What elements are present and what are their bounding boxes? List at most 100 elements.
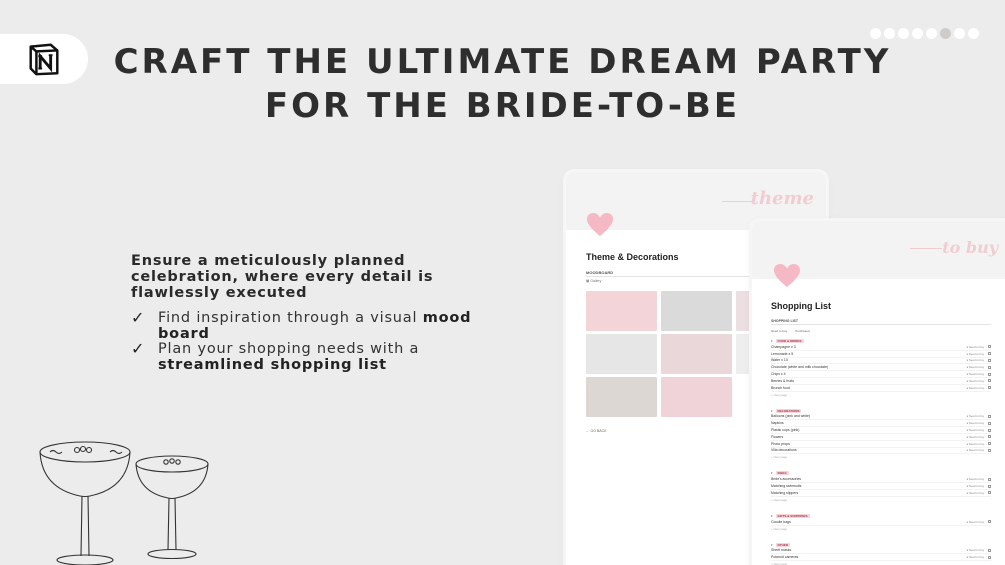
item-status: ● Need to buy (966, 345, 991, 349)
checkbox[interactable] (988, 520, 991, 524)
list-item[interactable]: Napkins ● Need to buy (771, 420, 991, 428)
checkmark-icon: ✓ (131, 339, 146, 358)
go-back-link[interactable]: ← GO BACK (586, 429, 606, 433)
status-badge: ● Need to buy (966, 378, 984, 383)
mood-board-image[interactable] (661, 377, 732, 417)
status-badge: ● Need to buy (966, 448, 984, 453)
status-badge: ● Need to buy (966, 555, 984, 560)
list-item[interactable]: Flowers ● Need to buy (771, 434, 991, 441)
new-page-button[interactable]: + New page (771, 561, 991, 565)
item-name: Villa decorations (771, 448, 797, 453)
item-name: Napkins (771, 421, 784, 426)
list-item[interactable]: Berries & fruits ● Need to buy (771, 378, 991, 385)
status-badge: ● Need to buy (966, 385, 984, 390)
checkbox[interactable] (988, 386, 991, 390)
list-item[interactable]: Photo props ● Need to buy (771, 441, 991, 448)
section-tag: SWAG (775, 471, 789, 476)
list-item[interactable]: Balloons (pink and white) ● Need to buy (771, 414, 991, 421)
mood-board-image[interactable] (586, 377, 657, 417)
list-item[interactable]: Champagne x 3 ● Need to buy (771, 344, 991, 351)
chevron-down-icon[interactable]: ▾ (771, 471, 773, 475)
section-tag: DECORATIONS (775, 408, 802, 413)
list-item[interactable]: Plastic cups (pink) ● Need to buy (771, 427, 991, 434)
checkbox[interactable] (988, 365, 991, 369)
new-page-button[interactable]: + New page (771, 497, 991, 503)
checkbox[interactable] (988, 372, 991, 376)
mood-board-image[interactable] (661, 291, 732, 331)
new-page-button[interactable]: + New page (771, 454, 991, 460)
item-name: Brunch food (771, 385, 790, 390)
mood-board-image[interactable] (586, 334, 657, 374)
item-name: Lemonade x 5 (771, 351, 794, 356)
checkbox[interactable] (988, 358, 991, 362)
list-item[interactable]: Villa decorations ● Need to buy (771, 448, 991, 455)
carousel-dot[interactable] (954, 28, 965, 39)
item-name: Matching slippers (771, 490, 799, 495)
checkbox[interactable] (988, 352, 991, 356)
carousel-dot[interactable] (912, 28, 923, 39)
list-item[interactable]: Water x 10 ● Need to buy (771, 358, 991, 365)
status-badge: ● Need to buy (966, 484, 984, 489)
checkbox[interactable] (988, 421, 991, 425)
status-badge: ● Need to buy (966, 548, 984, 553)
checkbox[interactable] (988, 435, 991, 439)
section-label: SHOPPING LIST (771, 319, 799, 323)
list-item[interactable]: Sheet masks ● Need to buy (771, 548, 991, 555)
chevron-down-icon[interactable]: ▾ (771, 514, 773, 518)
status-badge: ● Need to buy (966, 358, 984, 363)
checkbox[interactable] (988, 345, 991, 349)
tab-need-to-buy[interactable]: Need to buy (771, 329, 787, 333)
chevron-down-icon[interactable]: ▾ (771, 339, 773, 343)
heart-icon (774, 264, 800, 287)
checkbox[interactable] (988, 442, 991, 446)
list-item[interactable]: Polaroid cameras ● Need to buy (771, 554, 991, 562)
item-status: ● Need to buy (966, 386, 991, 390)
mood-board-image[interactable] (661, 334, 732, 374)
list-item[interactable]: Goodie bags ● Need to buy (771, 519, 991, 526)
list-item[interactable]: Matching slippers ● Need to buy (771, 490, 991, 497)
new-page-button[interactable]: + New page (771, 526, 991, 532)
list-item[interactable]: Brunch food ● Need to buy (771, 385, 991, 392)
item-name: Sheet masks (771, 548, 792, 553)
item-status: ● Need to buy (966, 448, 991, 452)
item-name: Bride's accessories (771, 477, 802, 482)
shopping-list-card[interactable]: to buy Shopping List SHOPPING LIST Need … (752, 221, 1005, 565)
shopping-section: ▾ GIFTS & SURPRISES Goodie bags ● Need to b… (771, 513, 991, 532)
heart-icon (587, 213, 613, 236)
tab-purchased[interactable]: Purchased (795, 329, 809, 333)
carousel-dot[interactable] (926, 28, 937, 39)
checkbox[interactable] (988, 477, 991, 481)
carousel-dot[interactable] (940, 28, 951, 39)
section-tag: OTHER (775, 542, 791, 547)
checkbox[interactable] (988, 491, 991, 495)
checkbox[interactable] (988, 448, 991, 452)
item-status: ● Need to buy (966, 379, 991, 383)
item-name: Flowers (771, 434, 784, 439)
list-item[interactable]: Matching swimsuits ● Need to buy (771, 483, 991, 490)
mood-board-image[interactable] (586, 291, 657, 331)
checkbox[interactable] (988, 484, 991, 488)
item-status: ● Need to buy (966, 414, 991, 418)
carousel-dot[interactable] (898, 28, 909, 39)
list-item[interactable]: Lemonade x 5 ● Need to buy (771, 351, 991, 358)
view-tab-gallery[interactable]: ▦ Gallery (586, 279, 601, 283)
chevron-down-icon[interactable]: ▾ (771, 409, 773, 413)
filter-tabs: Need to buy Purchased (771, 329, 810, 333)
item-status: ● Need to buy (966, 435, 991, 439)
new-page-button[interactable]: + New page (771, 392, 991, 398)
checkbox[interactable] (988, 379, 991, 383)
checkbox[interactable] (988, 555, 991, 559)
item-name: Champagne x 3 (771, 344, 796, 349)
checkbox[interactable] (988, 414, 991, 418)
list-item[interactable]: Chocolate (white and milk chocolate) ● Ne… (771, 364, 991, 372)
list-item[interactable]: Chips x 4 ● Need to buy (771, 371, 991, 378)
chevron-down-icon[interactable]: ▾ (771, 543, 773, 547)
item-status: ● Need to buy (966, 442, 991, 446)
card-title: Shopping List (771, 301, 831, 311)
checkbox[interactable] (988, 548, 991, 552)
checkbox[interactable] (988, 428, 991, 432)
list-item[interactable]: Bride's accessories ● Need to buy (771, 476, 991, 484)
carousel-dot[interactable] (884, 28, 895, 39)
carousel-dot[interactable] (968, 28, 979, 39)
carousel-dot[interactable] (870, 28, 881, 39)
